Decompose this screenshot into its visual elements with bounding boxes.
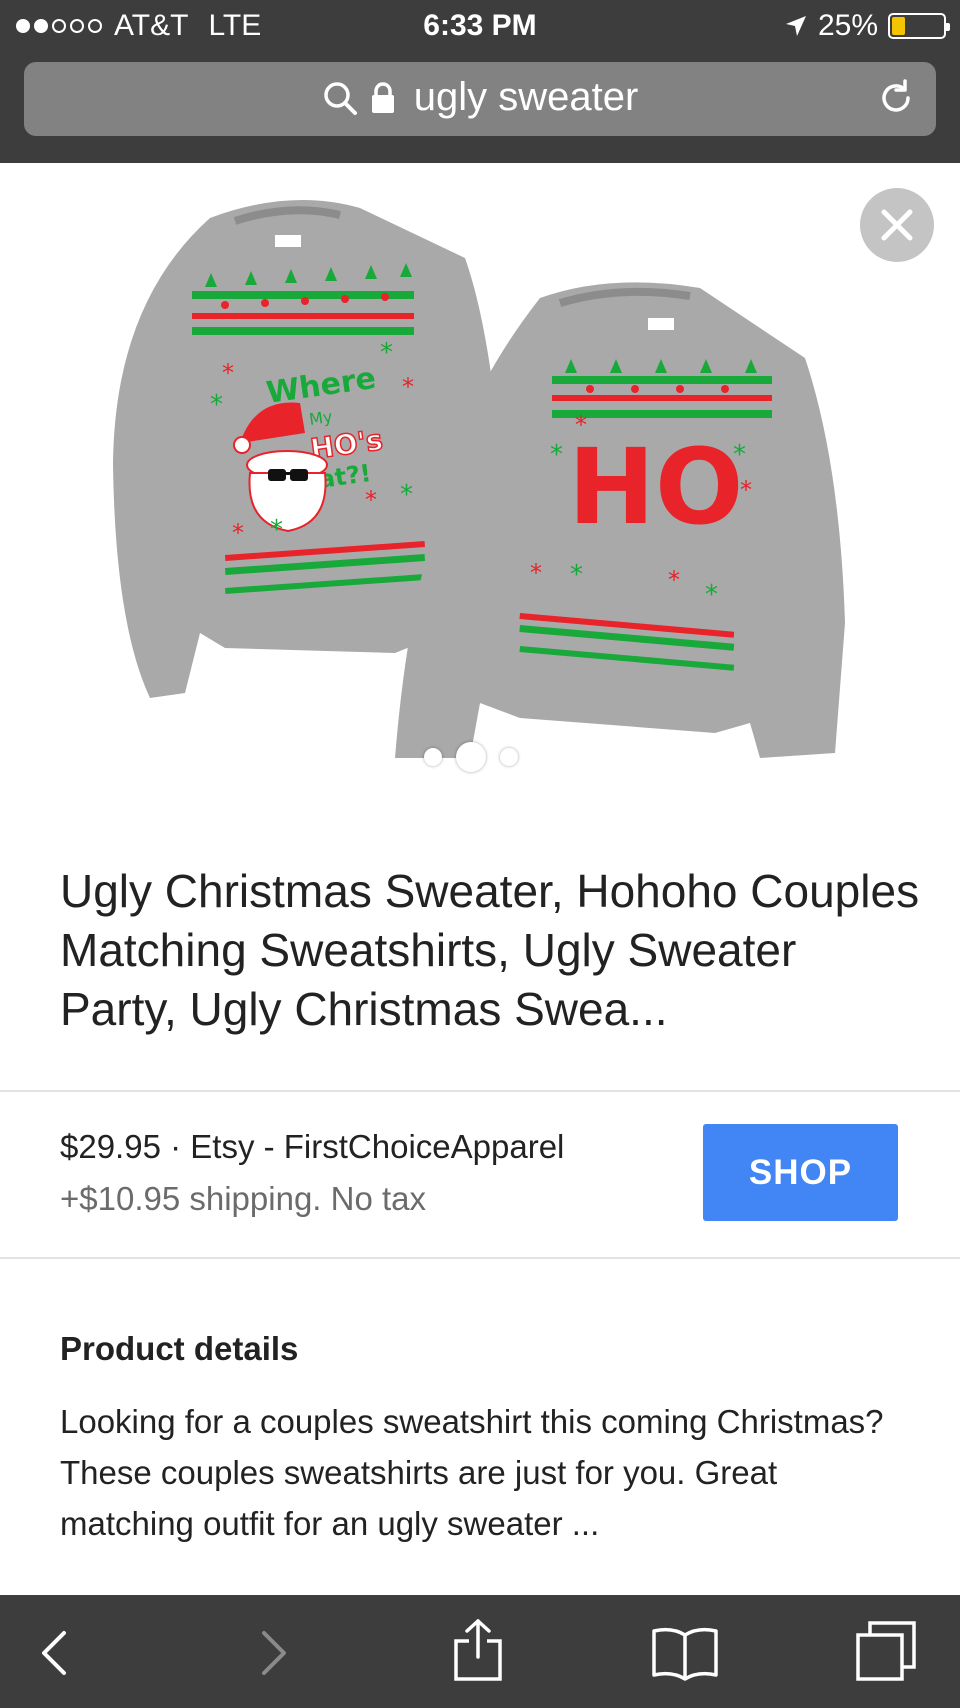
svg-text:*: *	[365, 486, 377, 514]
price-seller-line: $29.95 · Etsy - FirstChoiceApparel	[60, 1128, 565, 1165]
shop-button[interactable]: SHOP	[703, 1124, 898, 1221]
url-bar[interactable]: ugly sweater	[24, 62, 936, 136]
svg-text:*: *	[530, 559, 542, 587]
carousel-dot-active[interactable]	[456, 742, 486, 772]
svg-text:*: *	[740, 476, 752, 504]
carousel-dot[interactable]	[500, 748, 518, 766]
svg-text:*: *	[402, 373, 414, 401]
location-arrow-icon	[785, 16, 806, 36]
back-icon[interactable]	[28, 1625, 84, 1681]
svg-text:HO: HO	[568, 426, 743, 548]
svg-text:*: *	[575, 411, 587, 439]
svg-text:*: *	[232, 519, 244, 547]
bookmarks-icon[interactable]	[650, 1625, 720, 1681]
svg-text:*: *	[270, 515, 283, 545]
product-image: Where My HO's at?! **** * *** HO * *** *…	[113, 200, 845, 758]
reload-icon[interactable]	[874, 76, 918, 120]
forward-icon[interactable]	[244, 1625, 300, 1681]
battery-percent: 25%	[817, 9, 878, 42]
tabs-icon[interactable]	[854, 1619, 918, 1683]
product-details-heading: Product details	[60, 1330, 299, 1367]
svg-text:*: *	[400, 480, 413, 510]
lock-icon	[371, 81, 394, 113]
svg-text:*: *	[733, 440, 746, 470]
svg-text:*: *	[668, 566, 680, 594]
url-query-text: ugly sweater	[413, 75, 639, 119]
product-details-text: Looking for a couples sweatshirt this co…	[60, 1403, 884, 1542]
share-icon[interactable]	[450, 1617, 506, 1681]
svg-text:*: *	[550, 440, 563, 470]
divider	[0, 1090, 960, 1092]
close-icon	[881, 209, 913, 241]
svg-text:My: My	[308, 407, 334, 429]
svg-text:*: *	[570, 560, 583, 590]
browser-toolbar	[0, 1595, 960, 1708]
svg-text:*: *	[380, 338, 393, 368]
svg-text:*: *	[210, 390, 223, 420]
browser-top-bar: AT&T LTE 6:33 PM 25% ugly sweater	[0, 0, 960, 163]
status-bar: AT&T LTE 6:33 PM 25%	[0, 0, 960, 52]
carousel-dot[interactable]	[424, 748, 442, 766]
shipping-line: +$10.95 shipping. No tax	[60, 1180, 427, 1217]
divider	[0, 1257, 960, 1259]
svg-text:*: *	[222, 359, 234, 387]
product-title: Ugly Christmas Sweater, Hohoho Couples M…	[60, 865, 920, 1035]
close-button[interactable]	[860, 188, 934, 262]
battery-icon	[888, 13, 950, 39]
search-icon	[323, 81, 357, 115]
svg-text:*: *	[705, 580, 718, 610]
product-image-carousel[interactable]: Where My HO's at?! * * * * * * * * HO * …	[0, 163, 960, 823]
carousel-indicator	[424, 742, 518, 772]
